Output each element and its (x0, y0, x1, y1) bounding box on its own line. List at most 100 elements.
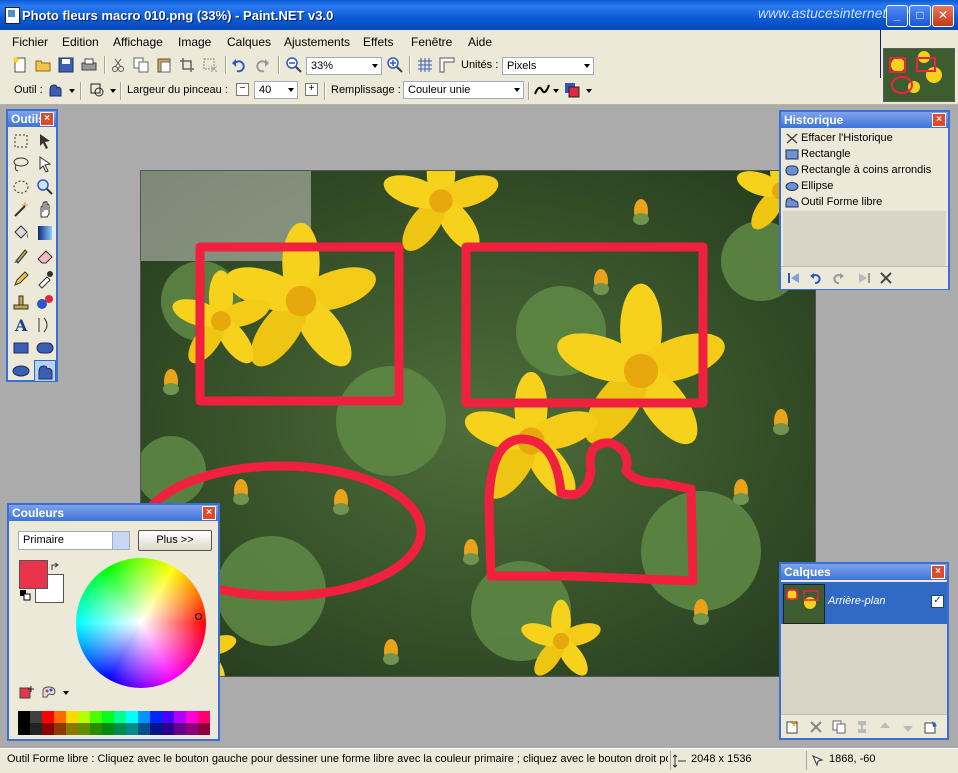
zoom-tool[interactable] (34, 176, 56, 198)
palette-swatch[interactable] (90, 723, 102, 735)
brush-width-dropdown[interactable]: 40 (254, 81, 298, 99)
menu-fichier[interactable]: Fichier (12, 35, 48, 49)
menu-calques[interactable]: Calques (227, 35, 271, 49)
primary-color-swatch[interactable] (19, 560, 48, 589)
ellipse-select-tool[interactable] (10, 176, 32, 198)
gradient-tool[interactable] (34, 222, 56, 244)
rounded-rectangle-tool[interactable] (34, 337, 56, 359)
palette-swatch[interactable] (186, 723, 198, 735)
palette-menu-icon[interactable] (41, 685, 57, 699)
palette-swatch[interactable] (102, 723, 114, 735)
close-icon[interactable]: × (931, 565, 945, 579)
merge-layer-down-icon[interactable] (855, 720, 869, 734)
menu-image[interactable]: Image (178, 35, 211, 49)
close-icon[interactable]: × (202, 506, 216, 520)
antialiasing-icon[interactable] (534, 82, 550, 98)
rectangle-tool[interactable] (10, 337, 32, 359)
undo-icon[interactable] (231, 57, 247, 73)
undo-icon[interactable] (809, 271, 823, 285)
redo-icon[interactable] (254, 57, 270, 73)
chevron-down-icon[interactable] (110, 89, 116, 93)
palette-swatch[interactable] (18, 711, 30, 723)
freeform-shape-tool[interactable] (34, 360, 56, 382)
history-item[interactable]: Ellipse (783, 179, 946, 195)
menu-fenetre[interactable]: Fenêtre (411, 35, 452, 49)
color-wheel-cursor[interactable] (195, 613, 202, 620)
palette-swatch[interactable] (114, 711, 126, 723)
menu-aide[interactable]: Aide (468, 35, 492, 49)
colors-panel-header[interactable]: Couleurs × (9, 505, 218, 521)
move-layer-down-icon[interactable] (901, 720, 915, 734)
palette-swatch[interactable] (126, 723, 138, 735)
freeform-shape-icon[interactable] (48, 82, 64, 98)
palette-swatch[interactable] (198, 723, 210, 735)
line-curve-tool[interactable] (34, 314, 56, 336)
fill-dropdown[interactable]: Couleur unie (403, 81, 524, 99)
pencil-tool[interactable] (10, 268, 32, 290)
deselect-icon[interactable] (202, 57, 218, 73)
layer-properties-icon[interactable] (924, 720, 938, 734)
menu-affichage[interactable]: Affichage (113, 35, 163, 49)
palette-swatch[interactable] (78, 711, 90, 723)
chevron-down-icon[interactable] (586, 89, 592, 93)
pan-tool[interactable] (34, 199, 56, 221)
zoom-out-icon[interactable] (286, 57, 302, 73)
history-item[interactable]: Rectangle à coins arrondis (783, 163, 946, 179)
palette-swatch[interactable] (30, 723, 42, 735)
move-layer-up-icon[interactable] (878, 720, 892, 734)
palette-swatch[interactable] (174, 711, 186, 723)
recolor-tool[interactable] (34, 291, 56, 313)
new-file-icon[interactable] (12, 57, 28, 73)
menu-edition[interactable]: Edition (62, 35, 99, 49)
increase-width-button[interactable]: + (305, 83, 318, 96)
ellipse-tool[interactable] (10, 360, 32, 382)
move-selection-tool[interactable] (34, 130, 56, 152)
layer-row[interactable]: Arrière-plan ✓ (781, 582, 947, 624)
chevron-down-icon[interactable] (553, 89, 559, 93)
copy-icon[interactable] (133, 57, 149, 73)
menu-ajustements[interactable]: Ajustements (284, 35, 350, 49)
crop-to-selection-icon[interactable] (179, 57, 195, 73)
color-picker-tool[interactable] (34, 268, 56, 290)
palette-swatch[interactable] (90, 711, 102, 723)
zoom-in-icon[interactable] (387, 57, 403, 73)
palette-swatch[interactable] (162, 711, 174, 723)
palette-swatch[interactable] (150, 711, 162, 723)
palette-swatch[interactable] (42, 723, 54, 735)
palette-swatch[interactable] (150, 723, 162, 735)
grid-icon[interactable] (417, 57, 433, 73)
palette-swatch[interactable] (198, 711, 210, 723)
palette-swatch[interactable] (78, 723, 90, 735)
paint-bucket-tool[interactable] (10, 222, 32, 244)
palette-swatch[interactable] (102, 711, 114, 723)
color-wheel[interactable] (76, 558, 206, 688)
shape-draw-type-icon[interactable] (89, 82, 105, 98)
palette-swatch[interactable] (174, 723, 186, 735)
add-layer-icon[interactable] (785, 720, 799, 734)
palette-swatch[interactable] (66, 711, 78, 723)
fast-forward-icon[interactable] (857, 271, 871, 285)
zoom-dropdown[interactable]: 33% (306, 57, 382, 75)
units-dropdown[interactable]: Pixels (502, 57, 594, 75)
image-thumbnail[interactable] (881, 30, 958, 104)
clone-stamp-tool[interactable] (10, 291, 32, 313)
redo-icon[interactable] (831, 271, 845, 285)
decrease-width-button[interactable]: − (236, 83, 249, 96)
open-file-icon[interactable] (35, 57, 51, 73)
save-icon[interactable] (58, 57, 74, 73)
cut-icon[interactable] (110, 57, 126, 73)
history-item[interactable]: Outil Forme libre (783, 195, 946, 211)
duplicate-layer-icon[interactable] (832, 720, 846, 734)
history-item[interactable]: Rectangle (783, 147, 946, 163)
rectangle-select-tool[interactable] (10, 130, 32, 152)
blend-mode-icon[interactable] (564, 82, 580, 98)
tools-panel-header[interactable]: Outils × (8, 111, 56, 127)
minimize-button[interactable]: _ (886, 5, 908, 27)
palette-swatch[interactable] (138, 723, 150, 735)
palette-swatch[interactable] (18, 723, 30, 735)
maximize-button[interactable]: □ (909, 5, 931, 27)
close-icon[interactable]: × (932, 113, 946, 127)
palette-swatch[interactable] (186, 711, 198, 723)
history-panel-header[interactable]: Historique × (781, 112, 948, 128)
color-mode-dropdown[interactable]: Primaire (18, 531, 130, 550)
